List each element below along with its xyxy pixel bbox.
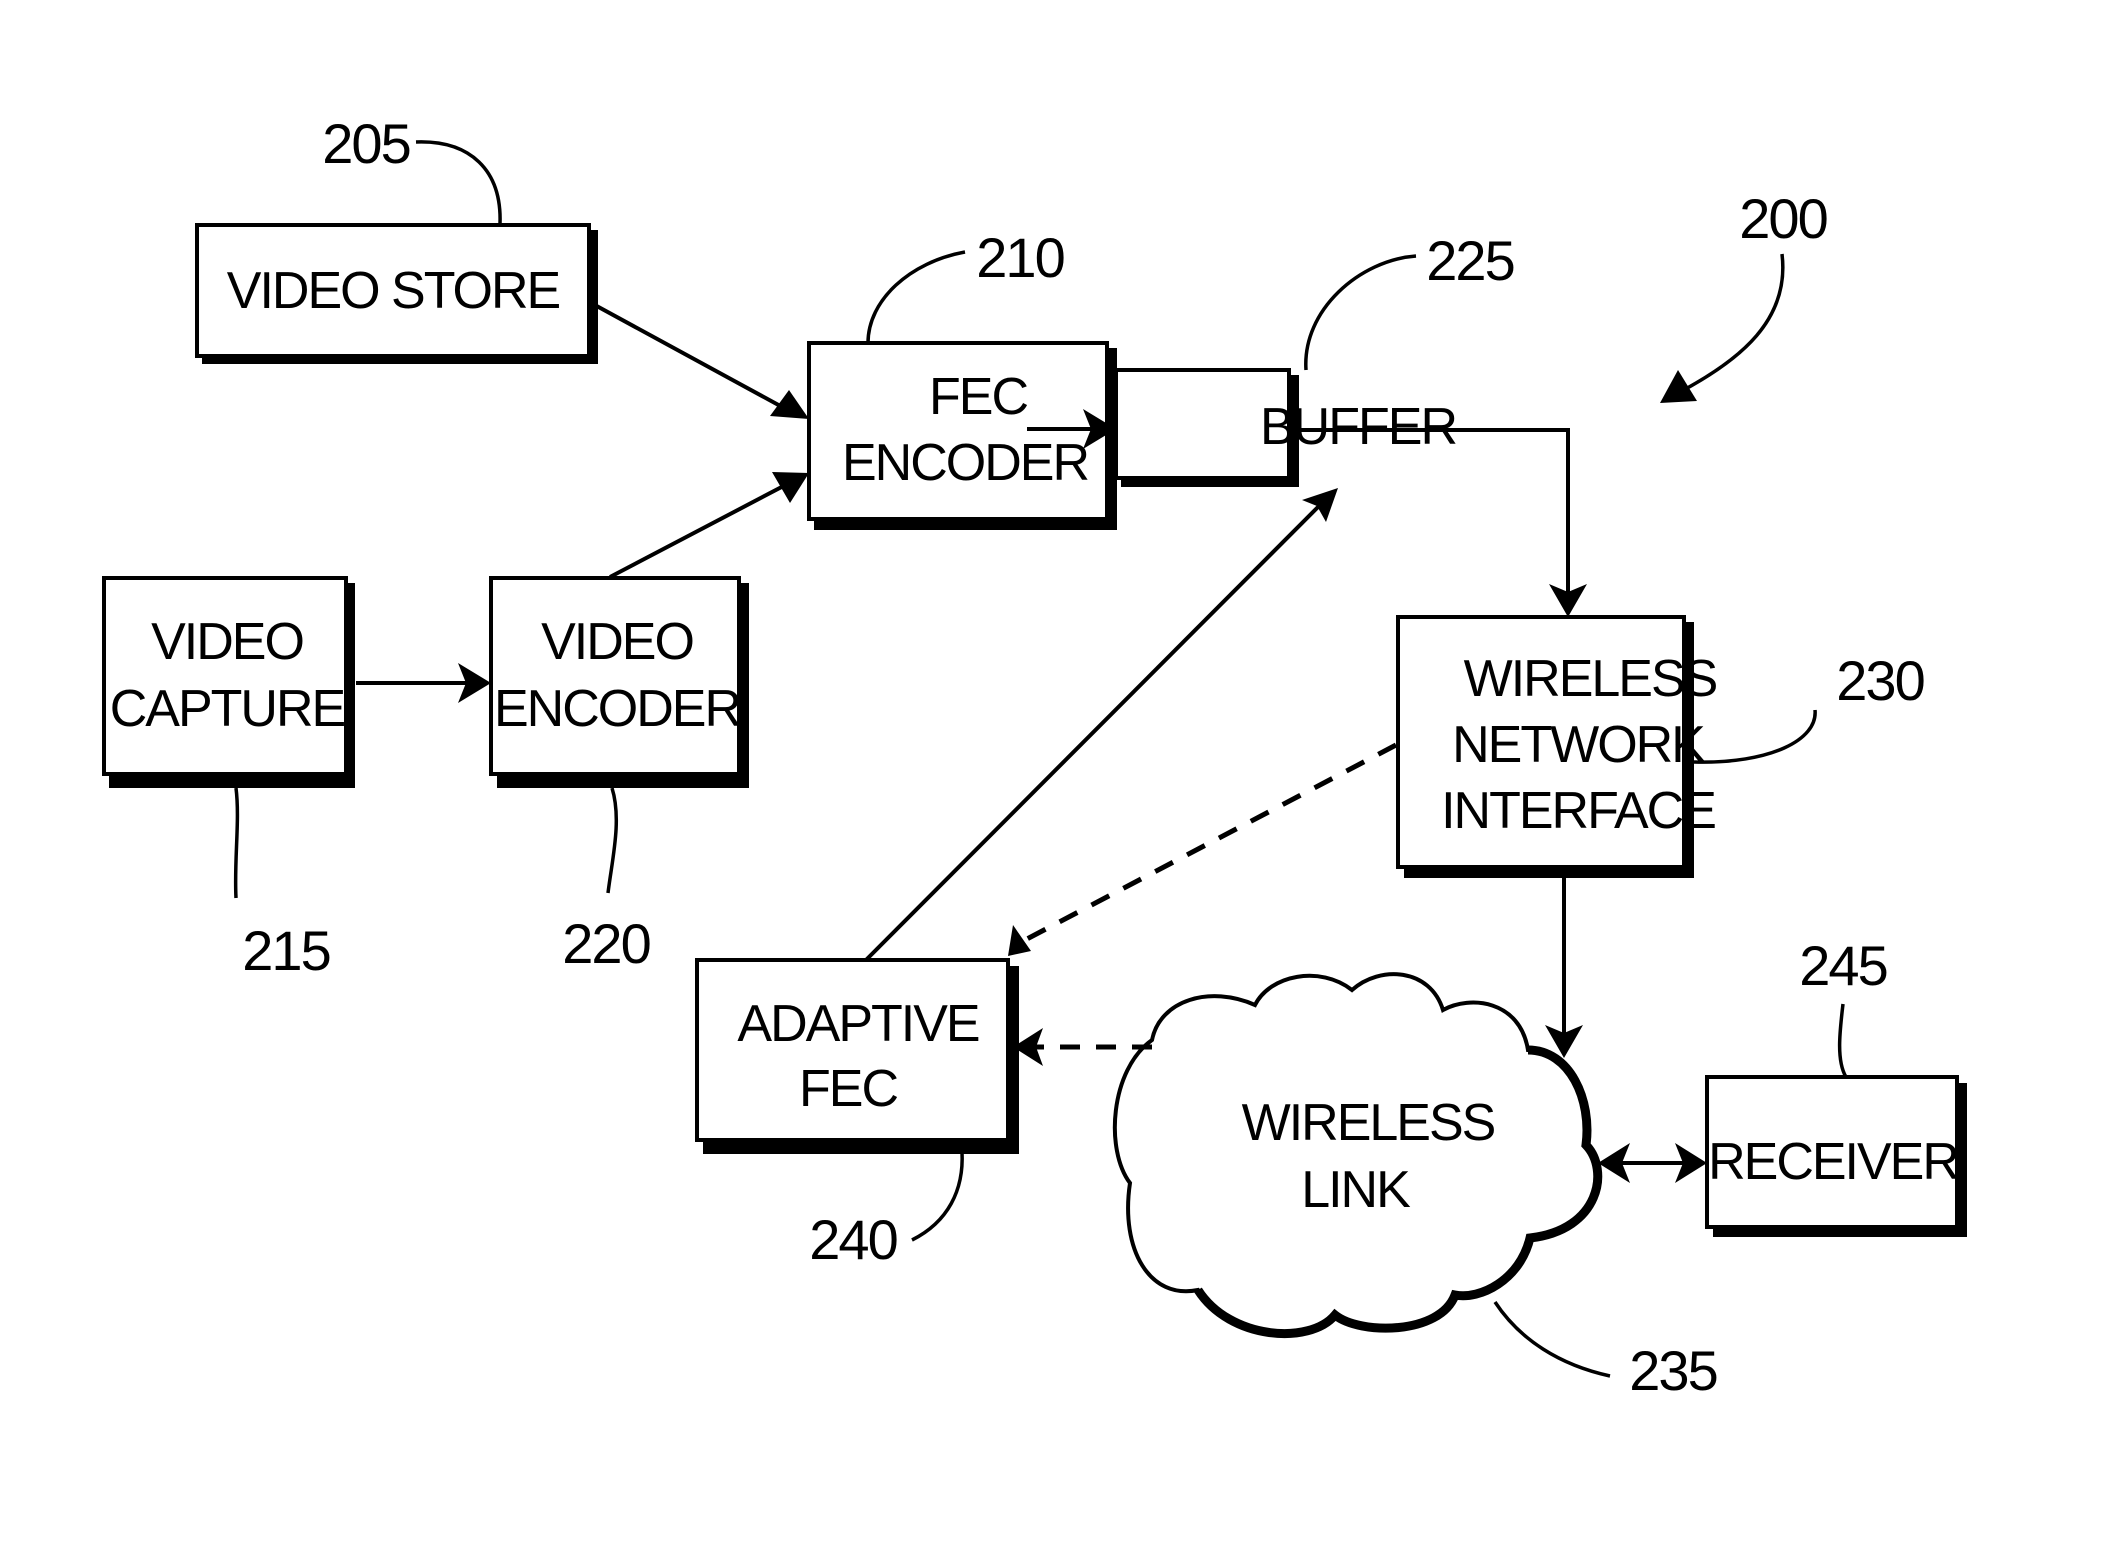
wni-label-line-3: INTERFACE <box>1441 782 1715 840</box>
adaptive-fec-label-line-1: ADAPTIVE <box>737 995 978 1053</box>
arrow-buffer-to-wni <box>1299 428 1587 617</box>
video-store-ref-leader <box>415 140 502 225</box>
adaptive-fec-ref-leader <box>911 1151 964 1242</box>
adaptive-fec-label-line-2: FEC <box>799 1060 897 1118</box>
wireless-link-ref: 235 <box>1629 1339 1716 1402</box>
wireless-link-label-line-2: LINK <box>1301 1161 1411 1219</box>
connector-line <box>864 498 1327 962</box>
arrow-adaptive-fec-to-buffer <box>864 488 1338 962</box>
adaptive-fec-block: ADAPTIVE FEC <box>695 958 1019 1154</box>
wni-label-line-2: NETWORK <box>1452 716 1706 774</box>
receiver-ref-leader <box>1837 1003 1848 1078</box>
connector-line <box>609 478 796 579</box>
video-encoder-label-line-2: ENCODER <box>494 680 740 738</box>
video-store-ref: 205 <box>322 112 409 175</box>
buffer-label: BUFFER <box>1260 398 1456 456</box>
video-encoder-box <box>489 576 741 776</box>
adaptive-fec-ref: 240 <box>809 1208 896 1271</box>
receiver-label: RECEIVER <box>1708 1133 1958 1191</box>
figure-ref-arrow-line <box>1679 253 1785 394</box>
connector-line <box>1023 742 1398 943</box>
arrow-wni-to-wireless-link <box>1545 878 1583 1058</box>
fec-encoder-label-line-1: FEC <box>929 368 1027 426</box>
arrow-wireless-link-receiver-bidirectional <box>1598 1143 1707 1183</box>
video-capture-box <box>102 576 348 776</box>
video-encoder-ref: 220 <box>562 912 649 975</box>
connector-line <box>592 302 796 416</box>
receiver-block: RECEIVER <box>1705 1075 1967 1237</box>
video-capture-label-line-1: VIDEO <box>151 613 303 671</box>
figure-ref-200: 200 <box>1660 187 1829 403</box>
wni-ref: 230 <box>1836 649 1923 712</box>
receiver-ref: 245 <box>1799 934 1886 997</box>
wireless-network-interface-block: WIRELESS NETWORK INTERFACE <box>1396 615 1719 878</box>
block-diagram: 200 VIDEO STORE 205 FEC ENCODER 210 VIDE… <box>102 112 1967 1402</box>
video-encoder-block: VIDEO ENCODER <box>489 576 749 788</box>
video-encoder-ref-leader <box>606 787 618 894</box>
wni-label-line-1: WIRELESS <box>1464 650 1717 708</box>
video-store-block: VIDEO STORE <box>195 223 598 364</box>
fec-encoder-block: FEC ENCODER <box>807 341 1117 530</box>
wireless-link-cloud: WIRELESS LINK <box>1112 972 1603 1338</box>
arrowhead <box>1008 925 1031 956</box>
figure-ref-label: 200 <box>1739 187 1826 250</box>
wireless-link-label-line-1: WIRELESS <box>1242 1094 1495 1152</box>
buffer-ref-leader <box>1304 254 1417 371</box>
video-encoder-label-line-1: VIDEO <box>541 613 693 671</box>
wireless-link-ref-leader <box>1493 1301 1611 1378</box>
video-capture-block: VIDEO CAPTURE <box>102 576 355 788</box>
fec-encoder-ref: 210 <box>976 226 1063 289</box>
fec-encoder-label-line-2: ENCODER <box>842 434 1088 492</box>
wni-ref-leader <box>1693 709 1817 764</box>
video-store-label: VIDEO STORE <box>227 262 560 320</box>
buffer-ref: 225 <box>1426 229 1513 292</box>
arrow-video-capture-to-video-encoder <box>356 663 491 703</box>
arrow-video-encoder-to-fec-encoder <box>609 472 809 579</box>
cloud-outline <box>1112 972 1600 1336</box>
video-capture-ref: 215 <box>242 919 329 982</box>
arrow-video-store-to-fec-encoder <box>592 302 809 419</box>
fec-encoder-ref-leader <box>866 250 966 344</box>
video-capture-label-line-2: CAPTURE <box>110 680 345 738</box>
video-capture-ref-leader <box>233 787 240 899</box>
arrow-wni-to-adaptive-fec-dashed <box>1008 742 1398 956</box>
